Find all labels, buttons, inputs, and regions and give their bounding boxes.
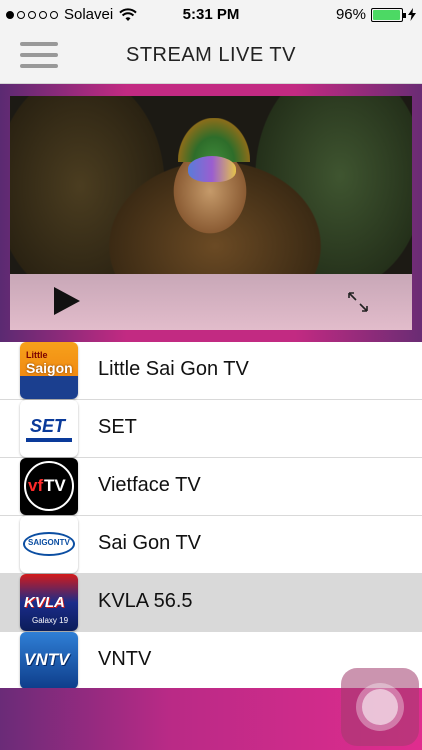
channel-name: VNTV: [98, 648, 152, 670]
fullscreen-expand-icon[interactable]: [346, 290, 370, 314]
channel-name: Sai Gon TV: [98, 532, 202, 554]
channel-name: KVLA 56.5: [98, 590, 193, 612]
charging-bolt-icon: [408, 8, 416, 21]
channel-row-kvla-56-5[interactable]: KVLA Galaxy 19 KVLA 56.5: [0, 574, 422, 632]
channel-row-vietface-tv[interactable]: vf TV Vietface TV: [0, 458, 422, 516]
channel-name: Little Sai Gon TV: [98, 358, 249, 380]
battery-percent: 96%: [335, 6, 366, 23]
vietface-tv-logo-icon: vf TV: [20, 458, 78, 515]
vntv-logo-icon: VNTV: [20, 632, 78, 689]
video-player[interactable]: [10, 96, 412, 330]
set-logo-icon: SET: [20, 400, 78, 457]
battery-icon: [371, 7, 406, 22]
kvla-logo-icon: KVLA Galaxy 19: [20, 574, 78, 631]
channel-list: Little Saigon Little Sai Gon TV SET SET …: [0, 342, 422, 690]
assistive-touch-button[interactable]: [341, 668, 419, 746]
video-player-section: [0, 84, 422, 342]
channel-name: SET: [98, 416, 137, 438]
play-icon[interactable]: [54, 287, 80, 315]
status-right: 96%: [336, 6, 416, 23]
player-controls: [10, 274, 412, 330]
assistive-touch-dot-icon: [362, 689, 398, 725]
channel-row-set[interactable]: SET SET: [0, 400, 422, 458]
channel-row-little-sai-gon-tv[interactable]: Little Saigon Little Sai Gon TV: [0, 342, 422, 400]
page-title: STREAM LIVE TV: [125, 44, 296, 66]
channel-name: Vietface TV: [98, 474, 201, 496]
video-still-mask: [188, 156, 236, 182]
channel-row-sai-gon-tv[interactable]: SAIGONTV Sai Gon TV: [0, 516, 422, 574]
navigation-bar: STREAM LIVE TV: [0, 28, 422, 84]
saigon-tv-logo-icon: SAIGONTV: [20, 516, 78, 573]
video-frame[interactable]: [10, 96, 412, 274]
battery-fill: [373, 9, 400, 20]
status-bar: Solavei 5:31 PM 96%: [0, 0, 422, 28]
little-saigon-tv-logo-icon: Little Saigon: [20, 342, 78, 399]
